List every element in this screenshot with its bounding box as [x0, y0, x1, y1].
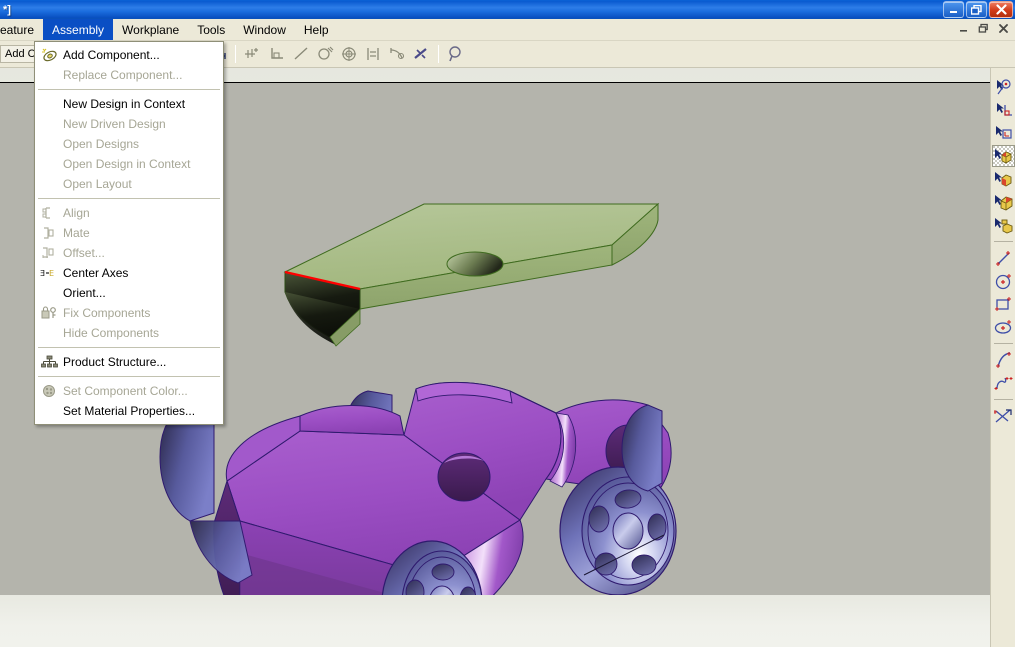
menu-item-label: Mate — [63, 226, 90, 240]
select-solid-icon[interactable] — [991, 145, 1015, 167]
menu-item-label: Product Structure... — [63, 355, 167, 369]
minimize-button[interactable] — [943, 1, 964, 18]
toolbar-separator — [993, 241, 1013, 242]
fix-components-icon — [39, 305, 59, 321]
menu-item-set-material-properties[interactable]: Set Material Properties... — [35, 401, 223, 421]
menu-item-label: Add Component... — [63, 48, 160, 62]
menu-separator — [38, 347, 220, 348]
menu-item-label: Center Axes — [63, 266, 129, 280]
menu-workplane[interactable]: Workplane — [113, 19, 188, 40]
tangent-constraint-icon[interactable] — [385, 43, 409, 65]
mdi-child-controls — [956, 21, 1011, 36]
spline-icon[interactable] — [992, 372, 1015, 394]
menu-item-label: Set Component Color... — [63, 384, 188, 398]
menu-assembly[interactable]: Assembly — [43, 19, 114, 40]
select-coordinate-icon[interactable] — [992, 99, 1015, 121]
green-plate-model — [283, 202, 660, 347]
menu-item-new-design-in-context[interactable]: New Design in Context — [35, 94, 223, 114]
menu-item-open-layout[interactable]: Open Layout — [35, 174, 223, 194]
mate-icon — [39, 225, 59, 241]
assembly-dropdown-menu: Add Component... Replace Component... Ne… — [34, 41, 224, 425]
close-button[interactable] — [989, 1, 1013, 18]
menu-separator — [38, 89, 220, 90]
center-axes-icon: Ǝ E — [39, 265, 59, 281]
toolbar-separator — [993, 343, 1013, 344]
add-component-icon — [39, 47, 59, 63]
status-bar — [0, 595, 990, 647]
toolbar-separator — [234, 45, 236, 63]
menu-item-label: Set Material Properties... — [63, 404, 196, 418]
menu-item-align[interactable]: Align — [35, 203, 223, 223]
application-window: *] eature Assembly Workplane Tools Windo — [0, 0, 1015, 647]
intersection-icon[interactable] — [992, 405, 1015, 427]
ellipse-center-icon[interactable] — [992, 316, 1015, 338]
menu-item-open-design-in-context[interactable]: Open Design in Context — [35, 154, 223, 174]
window-controls — [943, 1, 1013, 18]
circle-center-icon[interactable] — [992, 270, 1015, 292]
window-title-bar: *] — [0, 0, 1015, 19]
offset-icon — [39, 245, 59, 261]
menu-item-fix-components[interactable]: Fix Components — [35, 303, 223, 323]
menu-item-offset[interactable]: Offset... — [35, 243, 223, 263]
menu-window[interactable]: Window — [234, 19, 295, 40]
menu-item-label: Fix Components — [63, 306, 151, 320]
selection-filter-toolbar — [990, 68, 1015, 647]
rectangle-corner-icon[interactable] — [992, 293, 1015, 315]
svg-text:Ǝ: Ǝ — [40, 269, 45, 278]
window-title: *] — [3, 3, 11, 16]
menu-item-label: Align — [63, 206, 90, 220]
select-body-icon[interactable] — [992, 191, 1015, 213]
select-face-icon[interactable] — [992, 168, 1015, 190]
fix-constraint-icon[interactable] — [409, 43, 433, 65]
menu-help[interactable]: Help — [295, 19, 338, 40]
mdi-close-button[interactable] — [996, 21, 1011, 36]
line-icon[interactable] — [289, 43, 313, 65]
zoom-icon[interactable] — [444, 43, 468, 65]
concentric-circle-icon[interactable] — [337, 43, 361, 65]
menu-item-replace-component[interactable]: Replace Component... — [35, 65, 223, 85]
menu-item-product-structure[interactable]: Product Structure... — [35, 352, 223, 372]
menu-item-label: Open Layout — [63, 177, 132, 191]
align-icon — [39, 205, 59, 221]
menu-item-label: Replace Component... — [63, 68, 183, 82]
menu-item-label: Offset... — [63, 246, 105, 260]
corner-point-icon[interactable] — [265, 43, 289, 65]
mdi-restore-button[interactable] — [976, 21, 991, 36]
menu-tools[interactable]: Tools — [188, 19, 234, 40]
menu-item-label: Hide Components — [63, 326, 160, 340]
menu-item-orient[interactable]: Orient... — [35, 283, 223, 303]
menu-bar: eature Assembly Workplane Tools Window H… — [0, 19, 1015, 41]
toolbar-separator — [437, 45, 439, 63]
svg-text:E: E — [49, 269, 54, 278]
select-workplane-icon[interactable] — [992, 122, 1015, 144]
menu-item-hide-components[interactable]: Hide Components — [35, 323, 223, 343]
add-point-icon[interactable] — [241, 43, 265, 65]
menu-item-set-component-color[interactable]: Set Component Color... — [35, 381, 223, 401]
maximize-button[interactable] — [966, 1, 987, 18]
menu-item-add-component[interactable]: Add Component... — [35, 45, 223, 65]
menu-item-label: Open Designs — [63, 137, 140, 151]
menu-item-open-designs[interactable]: Open Designs — [35, 134, 223, 154]
mdi-minimize-button[interactable] — [956, 21, 971, 36]
menu-item-new-driven-design[interactable]: New Driven Design — [35, 114, 223, 134]
menu-separator — [38, 198, 220, 199]
set-color-icon — [39, 383, 59, 399]
menu-item-label: New Design in Context — [63, 97, 186, 111]
product-structure-icon — [39, 354, 59, 370]
menu-separator — [38, 376, 220, 377]
menu-feature[interactable]: eature — [0, 19, 43, 40]
menu-item-label: New Driven Design — [63, 117, 166, 131]
wheel-front-right — [559, 466, 677, 595]
menu-item-center-axes[interactable]: Ǝ E Center Axes — [35, 263, 223, 283]
arc-icon[interactable] — [992, 349, 1015, 371]
select-point-on-curve-icon[interactable] — [992, 76, 1015, 98]
line-endpoint-icon[interactable] — [992, 247, 1015, 269]
tangent-circle-icon[interactable] — [313, 43, 337, 65]
equal-length-icon[interactable] — [361, 43, 385, 65]
select-feature-icon[interactable] — [992, 214, 1015, 236]
menu-item-label: Open Design in Context — [63, 157, 191, 171]
menu-item-label: Orient... — [63, 286, 106, 300]
toolbar-separator — [993, 399, 1013, 400]
menu-item-mate[interactable]: Mate — [35, 223, 223, 243]
